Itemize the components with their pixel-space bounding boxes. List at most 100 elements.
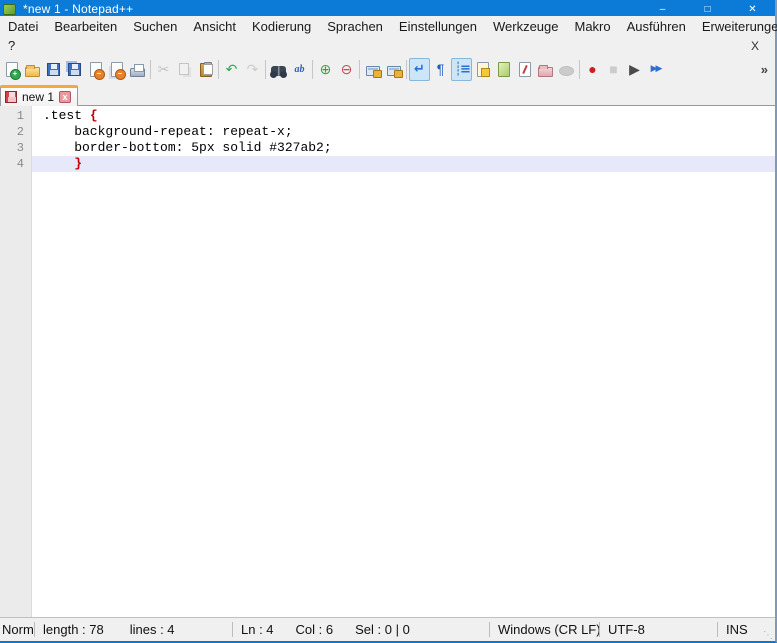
macro-record-button[interactable]: ●: [582, 58, 603, 81]
code-line-1[interactable]: .test {: [32, 108, 775, 124]
word-wrap-icon: ↵: [411, 61, 428, 78]
undo-icon: ↶: [223, 61, 240, 78]
zoom-in-button[interactable]: ⊕: [315, 58, 336, 81]
show-indent-guide-icon: ┊≡: [453, 61, 470, 78]
monitoring-icon: [559, 66, 574, 76]
menu-ausfhren[interactable]: Ausführen: [619, 19, 694, 34]
line-number-gutter[interactable]: 1234: [0, 106, 32, 617]
status-encoding[interactable]: UTF-8: [600, 618, 717, 641]
status-eol-format[interactable]: Windows (CR LF): [490, 618, 599, 641]
find-button[interactable]: [268, 58, 289, 81]
print-button[interactable]: [127, 58, 148, 81]
save-all-button[interactable]: [64, 58, 85, 81]
sync-horizontal-scroll-button[interactable]: [383, 58, 404, 81]
menu-sprachen[interactable]: Sprachen: [319, 19, 391, 34]
title-bar: *new 1 - Notepad++ – □ ✕: [0, 0, 775, 16]
save-file-icon: [47, 63, 60, 76]
code-line-2[interactable]: background-repeat: repeat-x;: [32, 124, 775, 140]
redo-icon: ↷: [244, 61, 261, 78]
menu-datei[interactable]: Datei: [0, 19, 46, 34]
tab-close-icon[interactable]: x: [59, 91, 71, 103]
toolbar-overflow-chevron[interactable]: »: [761, 62, 768, 77]
macro-run-multiple-icon: ▶▶: [647, 61, 664, 78]
notepad-plus-plus-window: *new 1 - Notepad++ – □ ✕ DateiBearbeiten…: [0, 0, 777, 643]
save-file-button[interactable]: [43, 58, 64, 81]
macro-stop-button[interactable]: ■: [603, 58, 624, 81]
line-number-2[interactable]: 2: [0, 124, 31, 140]
zoom-out-button[interactable]: ⊖: [336, 58, 357, 81]
code-token-brace: {: [90, 108, 98, 123]
new-file-button[interactable]: [1, 58, 22, 81]
print-icon: [130, 68, 145, 77]
close-all-icon: [111, 62, 123, 77]
document-map-icon: [498, 62, 510, 77]
function-list-icon: [477, 62, 489, 77]
menu-ansicht[interactable]: Ansicht: [185, 19, 244, 34]
undo-button[interactable]: ↶: [221, 58, 242, 81]
status-caret-position: Ln : 4 Col : 6 Sel : 0 | 0: [233, 618, 489, 641]
macro-run-multiple-button[interactable]: ▶▶: [645, 58, 666, 81]
cut-button[interactable]: ✂: [153, 58, 174, 81]
paste-icon: [200, 63, 212, 77]
document-list-icon: [519, 62, 531, 77]
editor-lines[interactable]: .test { background-repeat: repeat-x; bor…: [32, 106, 775, 617]
editor[interactable]: 1234 .test { background-repeat: repeat-x…: [0, 106, 775, 617]
show-all-characters-icon: ¶: [432, 61, 449, 78]
status-bar: Normal length : 78 lines : 4 Ln : 4 Col …: [0, 617, 775, 641]
menu-einstellungen[interactable]: Einstellungen: [391, 19, 485, 34]
document-map-button[interactable]: [493, 58, 514, 81]
open-file-button[interactable]: [22, 58, 43, 81]
menu-close-button[interactable]: X: [747, 39, 763, 53]
toolbar-separator: [312, 60, 313, 79]
close-all-button[interactable]: [106, 58, 127, 81]
find-icon: [271, 66, 286, 76]
maximize-button[interactable]: □: [685, 0, 730, 16]
menu-bar: DateiBearbeitenSuchenAnsichtKodierungSpr…: [0, 16, 775, 36]
close-file-button[interactable]: [85, 58, 106, 81]
code-line-3[interactable]: border-bottom: 5px solid #327ab2;: [32, 140, 775, 156]
show-all-characters-button[interactable]: ¶: [430, 58, 451, 81]
replace-button[interactable]: ab: [289, 58, 310, 81]
menu-suchen[interactable]: Suchen: [125, 19, 185, 34]
menu-bearbeiten[interactable]: Bearbeiten: [46, 19, 125, 34]
status-insert-mode[interactable]: INS: [718, 618, 756, 641]
code-token-brace: }: [74, 156, 82, 171]
toolbar-separator: [579, 60, 580, 79]
show-indent-guide-button[interactable]: ┊≡: [451, 58, 472, 81]
tab-new-1[interactable]: new 1 x: [0, 85, 78, 106]
macro-playback-icon: ▶: [626, 61, 643, 78]
copy-button[interactable]: [174, 58, 195, 81]
menu-erweiterungen[interactable]: Erweiterungen: [694, 19, 777, 34]
document-list-button[interactable]: [514, 58, 535, 81]
replace-icon: ab: [291, 61, 308, 78]
paste-button[interactable]: [195, 58, 216, 81]
resize-grip[interactable]: ⋱: [763, 630, 773, 641]
code-token: .test: [43, 108, 90, 123]
monitoring-button[interactable]: [556, 58, 577, 81]
function-list-button[interactable]: [472, 58, 493, 81]
line-number-1[interactable]: 1: [0, 108, 31, 124]
menu-werkzeuge[interactable]: Werkzeuge: [485, 19, 567, 34]
zoom-in-icon: ⊕: [317, 61, 334, 78]
code-line-4[interactable]: }: [32, 156, 775, 172]
toolbar-separator: [150, 60, 151, 79]
folder-as-workspace-button[interactable]: [535, 58, 556, 81]
close-button[interactable]: ✕: [730, 0, 775, 16]
window-title: *new 1 - Notepad++: [23, 0, 133, 16]
toolbar-separator: [406, 60, 407, 79]
word-wrap-button[interactable]: ↵: [409, 58, 430, 81]
macro-playback-button[interactable]: ▶: [624, 58, 645, 81]
menu-help[interactable]: ?: [0, 38, 23, 53]
code-token: [43, 156, 74, 171]
sync-vertical-scroll-button[interactable]: [362, 58, 383, 81]
line-number-3[interactable]: 3: [0, 140, 31, 156]
minimize-button[interactable]: –: [640, 0, 685, 16]
sync-horizontal-scroll-icon: [387, 66, 401, 76]
menu-makro[interactable]: Makro: [567, 19, 619, 34]
macro-stop-icon: ■: [605, 61, 622, 78]
line-number-4[interactable]: 4: [0, 156, 31, 172]
tab-label: new 1: [22, 90, 54, 104]
redo-button[interactable]: ↷: [242, 58, 263, 81]
menu-kodierung[interactable]: Kodierung: [244, 19, 319, 34]
status-doc-type: Normal: [0, 618, 34, 641]
